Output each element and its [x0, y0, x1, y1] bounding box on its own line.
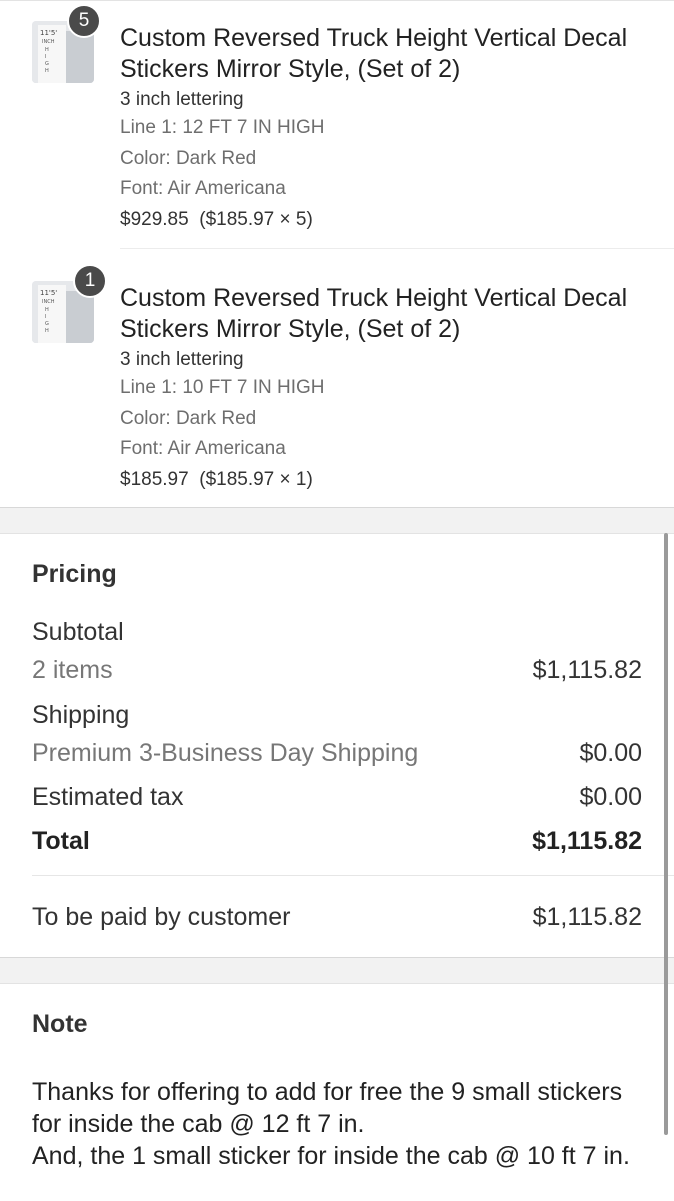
line-item[interactable]: 11'5' INCH H I G H 5 Custom Reversed Tru…: [0, 1, 674, 249]
svg-text:G: G: [45, 321, 49, 327]
svg-text:H: H: [45, 47, 49, 53]
shipping-label: Shipping: [32, 701, 130, 729]
svg-text:H: H: [45, 307, 49, 313]
line-item[interactable]: 11'5' INCH H I G H 1 Custom Reversed Tru…: [0, 249, 674, 507]
pricing-title: Pricing: [32, 560, 117, 588]
svg-text:H: H: [45, 328, 49, 334]
quantity-badge: 5: [67, 4, 101, 38]
item-price: $185.97 ($185.97 × 1): [120, 469, 313, 490]
tax-label: Estimated tax: [32, 783, 184, 811]
quantity-badge: 1: [73, 264, 107, 298]
item-line1: Line 1: 10 FT 7 IN HIGH: [120, 377, 325, 398]
svg-text:INCH: INCH: [42, 299, 55, 305]
line-items-card: 11'5' INCH H I G H 5 Custom Reversed Tru…: [0, 0, 674, 508]
item-price: $929.85 ($185.97 × 5): [120, 209, 313, 230]
svg-text:11'5': 11'5': [40, 289, 57, 297]
item-line1: Line 1: 12 FT 7 IN HIGH: [120, 117, 325, 138]
item-variant: 3 inch lettering: [120, 89, 244, 110]
shipping-value: $0.00: [579, 739, 642, 767]
item-title[interactable]: Custom Reversed Truck Height Vertical De…: [120, 283, 640, 345]
subtotal-value: $1,115.82: [532, 656, 642, 684]
total-label: Total: [32, 827, 90, 855]
pricing-divider: [32, 875, 674, 876]
item-font: Font: Air Americana: [120, 178, 286, 199]
paid-by-customer-value: $1,115.82: [532, 903, 642, 931]
svg-text:I: I: [45, 54, 46, 60]
item-color: Color: Dark Red: [120, 408, 257, 429]
note-title: Note: [32, 1010, 88, 1038]
item-font: Font: Air Americana: [120, 438, 286, 459]
item-variant: 3 inch lettering: [120, 349, 244, 370]
scrollbar[interactable]: [664, 533, 668, 1135]
svg-text:INCH: INCH: [42, 39, 55, 45]
note-card: Note Thanks for offering to add for free…: [0, 983, 674, 1201]
svg-text:11'5': 11'5': [40, 29, 57, 37]
svg-text:H: H: [45, 68, 49, 74]
subtotal-label: Subtotal: [32, 618, 124, 646]
paid-by-customer-label: To be paid by customer: [32, 903, 291, 931]
svg-text:G: G: [45, 61, 49, 67]
total-value: $1,115.82: [532, 827, 642, 855]
subtotal-items-count: 2 items: [32, 656, 113, 684]
pricing-card: Pricing Subtotal 2 items $1,115.82 Shipp…: [0, 533, 674, 958]
svg-text:I: I: [45, 314, 46, 320]
item-title[interactable]: Custom Reversed Truck Height Vertical De…: [120, 23, 640, 85]
item-color: Color: Dark Red: [120, 148, 257, 169]
tax-value: $0.00: [579, 783, 642, 811]
shipping-method: Premium 3-Business Day Shipping: [32, 739, 419, 767]
note-text: Thanks for offering to add for free the …: [32, 1078, 630, 1170]
